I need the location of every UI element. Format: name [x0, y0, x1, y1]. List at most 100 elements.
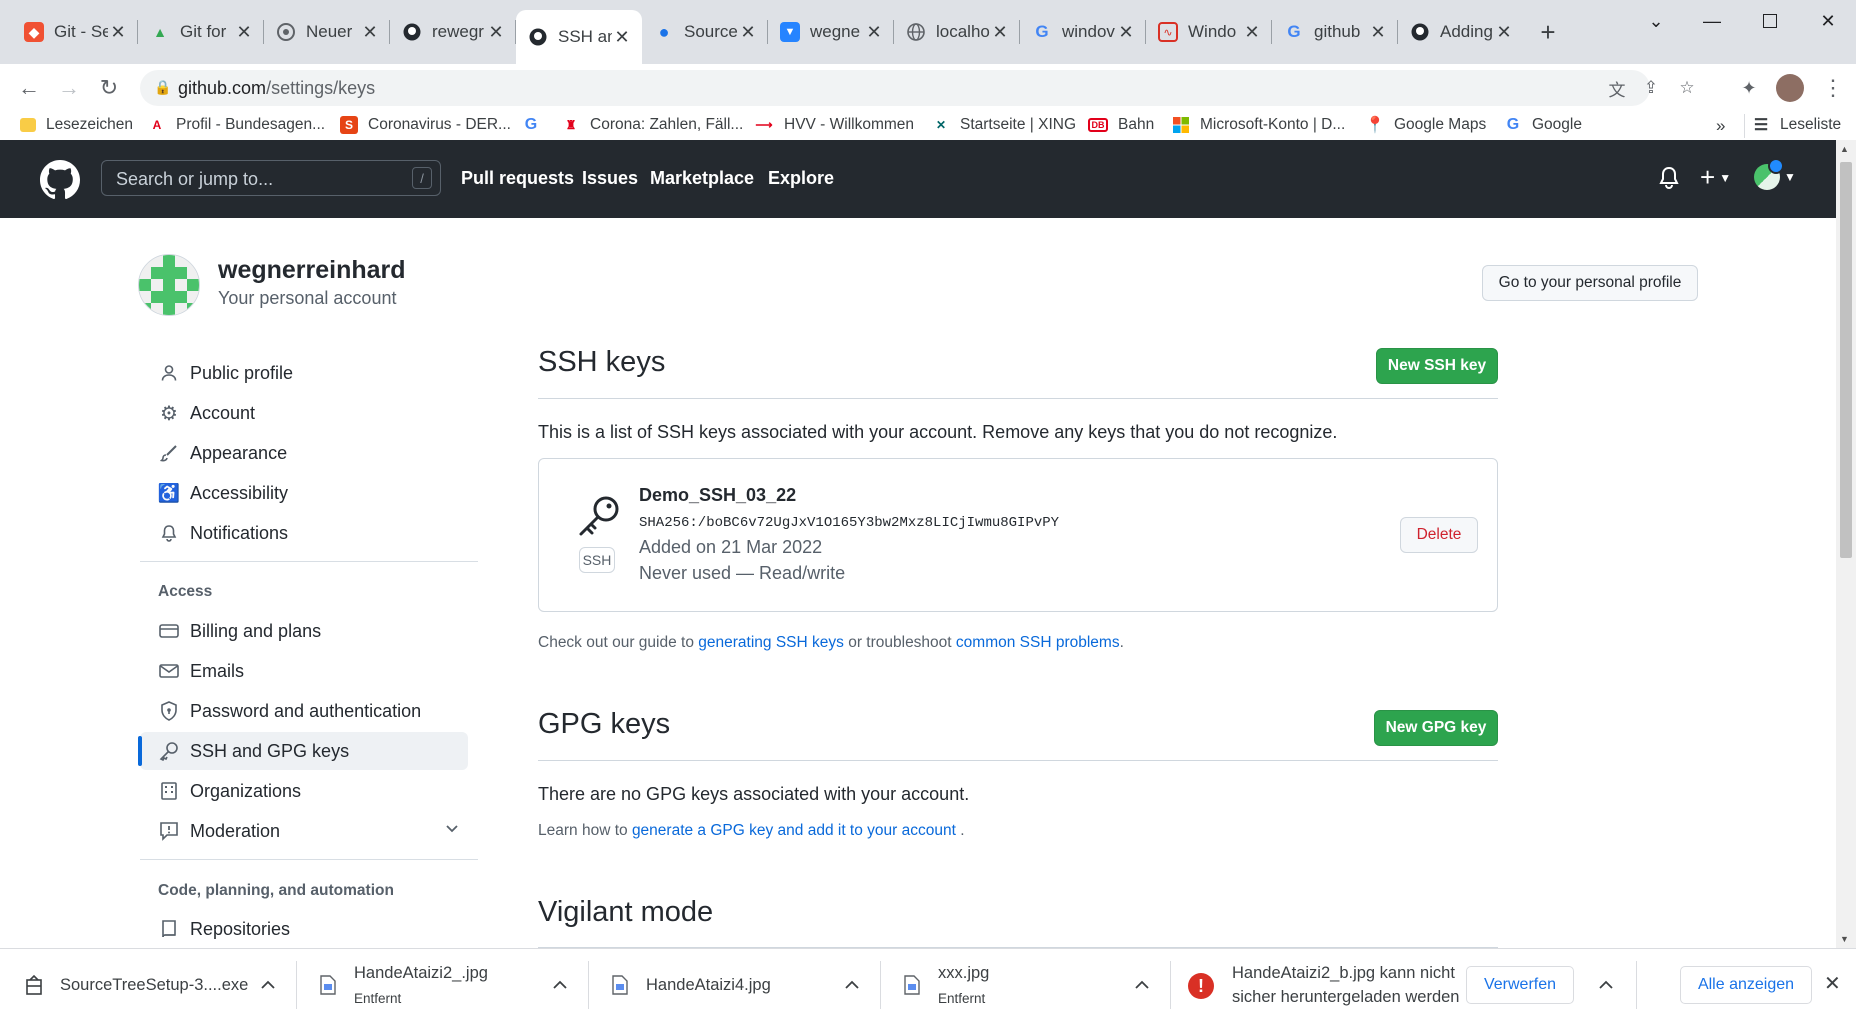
- sidebar-item-organizations[interactable]: Organizations: [140, 772, 468, 810]
- chevron-down-icon[interactable]: [444, 820, 460, 841]
- close-tab-icon[interactable]: ✕: [1116, 22, 1136, 43]
- download-options-chevron[interactable]: [1594, 973, 1618, 997]
- download-options-chevron[interactable]: [1130, 973, 1154, 997]
- user-menu-dropdown[interactable]: ▼: [1754, 158, 1796, 190]
- browser-tab[interactable]: G github ✕: [1272, 10, 1398, 54]
- forward-button[interactable]: →: [52, 72, 86, 104]
- new-gpg-key-button[interactable]: New GPG key: [1374, 710, 1498, 746]
- account-username[interactable]: wegnerreinhard: [218, 256, 406, 285]
- sidebar-item-notifications[interactable]: Notifications: [140, 514, 468, 552]
- discard-download-button[interactable]: Verwerfen: [1466, 966, 1574, 1004]
- new-ssh-key-button[interactable]: New SSH key: [1376, 348, 1498, 384]
- sidebar-item-billing[interactable]: Billing and plans: [140, 612, 468, 650]
- close-downloads-bar-icon[interactable]: ✕: [1824, 971, 1841, 996]
- download-item[interactable]: HandeAtaizi2_.jpg Entfernt: [318, 949, 488, 1021]
- sidebar-item-moderation[interactable]: Moderation: [140, 812, 468, 850]
- browser-tab[interactable]: Neuer ✕: [264, 10, 390, 54]
- sidebar-item-public-profile[interactable]: Public profile: [140, 354, 468, 392]
- address-bar[interactable]: 🔒 github.com/settings/keys 文 ⇪ ☆: [140, 70, 1695, 106]
- sidebar-item-account[interactable]: ⚙ Account: [140, 394, 468, 432]
- download-options-chevron[interactable]: [548, 973, 572, 997]
- nav-pull-requests[interactable]: Pull requests: [461, 168, 574, 189]
- github-logo-icon[interactable]: [40, 160, 80, 205]
- profile-avatar[interactable]: [1776, 74, 1804, 102]
- go-to-profile-button[interactable]: Go to your personal profile: [1482, 265, 1698, 301]
- sidebar-item-accessibility[interactable]: ♿ Accessibility: [140, 474, 468, 512]
- nav-issues[interactable]: Issues: [582, 168, 638, 189]
- close-tab-icon[interactable]: ✕: [360, 22, 380, 43]
- browser-tab[interactable]: Adding ✕: [1398, 10, 1524, 54]
- close-tab-icon[interactable]: ✕: [234, 22, 254, 43]
- bookmark-item[interactable]: G Google: [1504, 116, 1582, 134]
- github-search-input[interactable]: Search or jump to... /: [101, 160, 441, 196]
- browser-tab[interactable]: rewegr ✕: [390, 10, 516, 54]
- reload-button[interactable]: ↻: [92, 72, 126, 104]
- close-tab-icon[interactable]: ✕: [864, 22, 884, 43]
- notifications-bell-icon[interactable]: [1658, 166, 1680, 195]
- show-all-downloads-button[interactable]: Alle anzeigen: [1680, 966, 1812, 1004]
- download-item[interactable]: SourceTreeSetup-3....exe: [24, 949, 248, 1021]
- browser-tab[interactable]: ● Source ✕: [642, 10, 768, 54]
- maximize-button[interactable]: [1748, 6, 1792, 36]
- browser-tab[interactable]: ∿ Windo ✕: [1146, 10, 1272, 54]
- bookmark-item[interactable]: DB Bahn: [1088, 116, 1154, 134]
- close-tab-icon[interactable]: ✕: [612, 27, 632, 48]
- close-window-button[interactable]: ✕: [1806, 6, 1850, 36]
- close-tab-icon[interactable]: ✕: [990, 22, 1010, 43]
- bookmark-item[interactable]: G: [522, 116, 550, 134]
- download-options-chevron[interactable]: [840, 973, 864, 997]
- browser-tab[interactable]: ▲ Git for ✕: [138, 10, 264, 54]
- bookmark-item[interactable]: A Profil - Bundesagen...: [148, 116, 325, 134]
- browser-tab[interactable]: localho ✕: [894, 10, 1020, 54]
- new-tab-button[interactable]: +: [1532, 17, 1564, 47]
- browser-tab[interactable]: G windov ✕: [1020, 10, 1146, 54]
- bookmarks-overflow-button[interactable]: »: [1716, 116, 1725, 136]
- sidebar-item-appearance[interactable]: Appearance: [140, 434, 468, 472]
- sidebar-item-ssh-gpg-keys[interactable]: SSH and GPG keys: [140, 732, 468, 770]
- browser-tab-active[interactable]: SSH an ✕: [516, 10, 642, 64]
- bookmark-star-icon[interactable]: ☆: [1674, 76, 1700, 100]
- extensions-button[interactable]: ✦: [1732, 72, 1766, 104]
- close-tab-icon[interactable]: ✕: [1242, 22, 1262, 43]
- create-new-dropdown[interactable]: + ▼: [1700, 162, 1731, 193]
- tab-search-button[interactable]: ⌄: [1634, 6, 1678, 36]
- close-tab-icon[interactable]: ✕: [1494, 22, 1514, 43]
- bookmark-item[interactable]: S Coronavirus - DER...: [340, 116, 511, 134]
- sidebar-item-emails[interactable]: Emails: [140, 652, 468, 690]
- nav-explore[interactable]: Explore: [768, 168, 834, 189]
- share-icon[interactable]: ⇪: [1638, 76, 1664, 100]
- bookmark-item[interactable]: ⟶ HVV - Willkommen: [754, 116, 914, 134]
- back-button[interactable]: ←: [12, 72, 46, 104]
- tab-title: Neuer: [306, 22, 353, 41]
- download-options-chevron[interactable]: [256, 973, 280, 997]
- nav-marketplace[interactable]: Marketplace: [650, 168, 754, 189]
- delete-ssh-key-button[interactable]: Delete: [1400, 517, 1478, 553]
- generating-ssh-keys-link[interactable]: generating SSH keys: [698, 634, 844, 651]
- bookmark-item[interactable]: Lesezeichen: [20, 116, 133, 134]
- browser-tab[interactable]: ◆ Git - Se ✕: [12, 10, 138, 54]
- browser-tab[interactable]: ▼ wegne ✕: [768, 10, 894, 54]
- download-item[interactable]: HandeAtaizi4.jpg: [610, 949, 771, 1021]
- chrome-menu-button[interactable]: ⋮: [1816, 72, 1850, 104]
- scroll-up-arrow-icon[interactable]: ▲: [1840, 144, 1849, 154]
- sidebar-item-password-auth[interactable]: Password and authentication: [140, 692, 468, 730]
- bookmark-item[interactable]: 📍 Google Maps: [1365, 116, 1486, 134]
- sidebar-item-repositories[interactable]: Repositories: [140, 910, 468, 948]
- url-text[interactable]: github.com/settings/keys: [178, 78, 375, 99]
- scroll-down-arrow-icon[interactable]: ▼: [1840, 934, 1849, 944]
- close-tab-icon[interactable]: ✕: [1368, 22, 1388, 43]
- minimize-button[interactable]: —: [1690, 6, 1734, 36]
- translate-icon[interactable]: 文: [1604, 76, 1630, 100]
- bookmark-item[interactable]: ✕ Startseite | XING: [932, 116, 1076, 134]
- bookmark-item[interactable]: ♜ Corona: Zahlen, Fäll...: [562, 116, 744, 134]
- close-tab-icon[interactable]: ✕: [738, 22, 758, 43]
- common-ssh-problems-link[interactable]: common SSH problems: [956, 634, 1120, 651]
- scrollbar-thumb[interactable]: [1840, 162, 1852, 558]
- download-item[interactable]: xxx.jpg Entfernt: [902, 949, 989, 1021]
- close-tab-icon[interactable]: ✕: [486, 22, 506, 43]
- page-scrollbar[interactable]: ▲ ▼: [1836, 140, 1856, 948]
- close-tab-icon[interactable]: ✕: [108, 22, 128, 43]
- bookmark-item[interactable]: Microsoft-Konto | D...: [1172, 116, 1345, 134]
- reading-list-button[interactable]: ☰ Leseliste: [1752, 116, 1841, 134]
- generate-gpg-key-link[interactable]: generate a GPG key and add it to your ac…: [632, 822, 956, 839]
